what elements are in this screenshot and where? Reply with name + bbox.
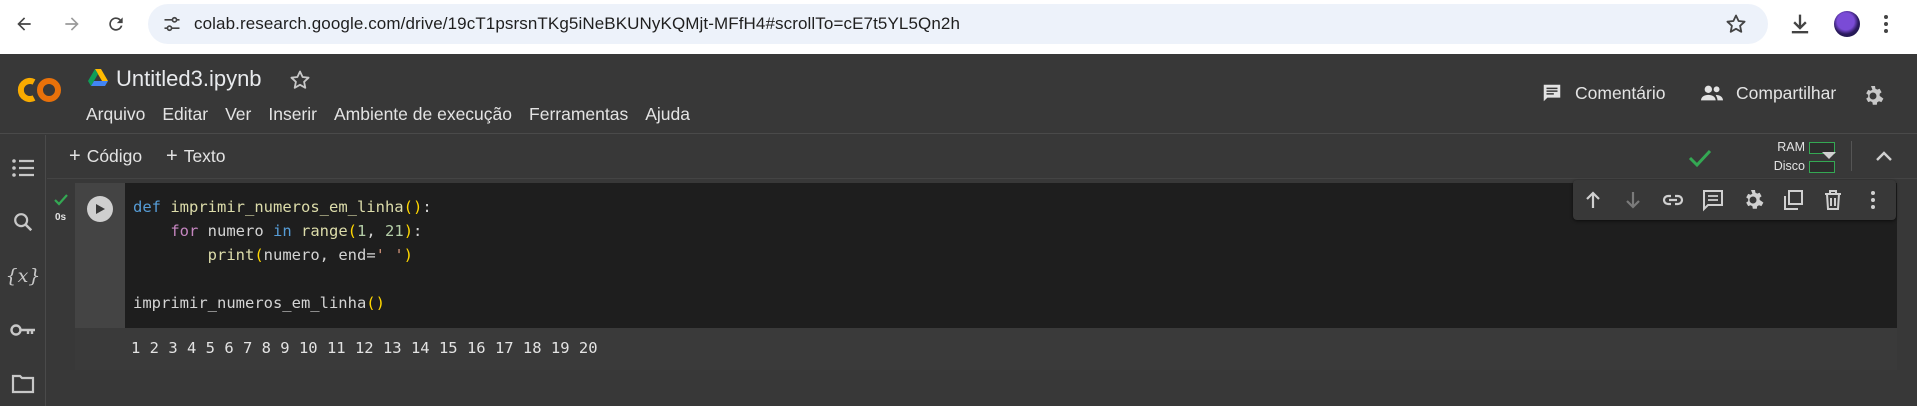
add-text-label: Texto bbox=[183, 146, 226, 166]
table-of-contents-icon[interactable] bbox=[10, 155, 36, 181]
notebook-toolbar: + Código + Texto RAM Disco bbox=[47, 135, 1917, 179]
share-label: Compartilhar bbox=[1736, 82, 1837, 103]
left-sidebar: {x} bbox=[0, 135, 46, 406]
delete-icon[interactable] bbox=[1821, 188, 1845, 212]
browser-menu-icon[interactable] bbox=[1882, 12, 1890, 36]
mirror-cell-icon[interactable] bbox=[1781, 188, 1805, 212]
cell-toolbar bbox=[1573, 180, 1896, 220]
execution-time: 0s bbox=[55, 212, 67, 223]
plus-icon: + bbox=[166, 145, 178, 167]
menu-item-ajuda[interactable]: Ajuda bbox=[645, 104, 690, 125]
folder-icon[interactable] bbox=[10, 371, 36, 397]
menu-item-arquivo[interactable]: Arquivo bbox=[86, 104, 145, 125]
move-cell-up-icon[interactable] bbox=[1581, 188, 1605, 212]
people-icon bbox=[1701, 85, 1723, 101]
run-cell-button[interactable] bbox=[87, 196, 113, 222]
menu-item-ver[interactable]: Ver bbox=[225, 104, 251, 125]
toolbar-divider bbox=[1851, 141, 1852, 171]
search-icon[interactable] bbox=[10, 209, 36, 235]
more-options-icon[interactable] bbox=[1861, 188, 1885, 212]
disk-label: Disco bbox=[1773, 159, 1805, 173]
star-icon[interactable] bbox=[288, 68, 312, 92]
add-text-button[interactable]: + Texto bbox=[166, 145, 226, 168]
share-button[interactable]: Compartilhar bbox=[1700, 82, 1836, 104]
variables-icon[interactable]: {x} bbox=[6, 263, 41, 289]
move-cell-down-icon[interactable] bbox=[1621, 188, 1645, 212]
menu-item-editar[interactable]: Editar bbox=[162, 104, 208, 125]
output-text: 1 2 3 4 5 6 7 8 9 10 11 12 13 14 15 16 1… bbox=[131, 339, 598, 357]
address-bar[interactable]: colab.research.google.com/drive/19cT1psr… bbox=[148, 4, 1768, 44]
success-check-icon bbox=[54, 194, 68, 206]
plus-icon: + bbox=[69, 145, 81, 167]
menu-bar: Arquivo Editar Ver Inserir Ambiente de e… bbox=[86, 104, 707, 125]
cell-settings-gear-icon[interactable] bbox=[1741, 188, 1765, 212]
menu-item-ambiente[interactable]: Ambiente de execução bbox=[334, 104, 512, 125]
notebook-title[interactable]: Untitled3.ipynb bbox=[116, 66, 262, 92]
profile-avatar[interactable] bbox=[1834, 11, 1860, 37]
runtime-dropdown-icon[interactable] bbox=[1821, 151, 1837, 161]
drive-icon bbox=[88, 69, 108, 86]
downloads-icon[interactable] bbox=[1786, 10, 1814, 38]
site-info-icon[interactable] bbox=[162, 14, 182, 34]
menu-item-inserir[interactable]: Inserir bbox=[268, 104, 317, 125]
menu-item-ferramentas[interactable]: Ferramentas bbox=[529, 104, 628, 125]
collapse-header-icon[interactable] bbox=[1875, 149, 1893, 163]
cell-gutter bbox=[75, 183, 125, 328]
play-icon bbox=[96, 204, 105, 214]
browser-chrome: colab.research.google.com/drive/19cT1psr… bbox=[0, 0, 1917, 54]
code-text[interactable]: def imprimir_numeros_em_linha(): for num… bbox=[133, 195, 432, 315]
colab-logo-icon[interactable] bbox=[14, 72, 66, 108]
cell-output: 1 2 3 4 5 6 7 8 9 10 11 12 13 14 15 16 1… bbox=[75, 328, 1897, 370]
comment-label: Comentário bbox=[1575, 82, 1666, 103]
colab-header: Untitled3.ipynb Arquivo Editar Ver Inser… bbox=[0, 54, 1917, 134]
add-code-button[interactable]: + Código bbox=[69, 145, 142, 168]
disk-bar bbox=[1809, 161, 1835, 173]
settings-gear-icon[interactable] bbox=[1861, 84, 1885, 108]
key-icon[interactable] bbox=[10, 317, 36, 343]
forward-icon[interactable] bbox=[58, 10, 86, 38]
add-code-label: Código bbox=[86, 146, 143, 166]
comment-icon[interactable] bbox=[1701, 188, 1725, 212]
comment-button[interactable]: Comentário bbox=[1541, 82, 1665, 104]
comment-icon bbox=[1543, 84, 1561, 102]
bookmark-star-icon[interactable] bbox=[1724, 12, 1748, 36]
ram-label: RAM bbox=[1777, 140, 1805, 154]
link-icon[interactable] bbox=[1661, 188, 1685, 212]
url-text[interactable]: colab.research.google.com/drive/19cT1psr… bbox=[194, 14, 960, 34]
connected-check-icon bbox=[1688, 149, 1712, 168]
reload-icon[interactable] bbox=[102, 10, 130, 38]
back-icon[interactable] bbox=[10, 10, 38, 38]
